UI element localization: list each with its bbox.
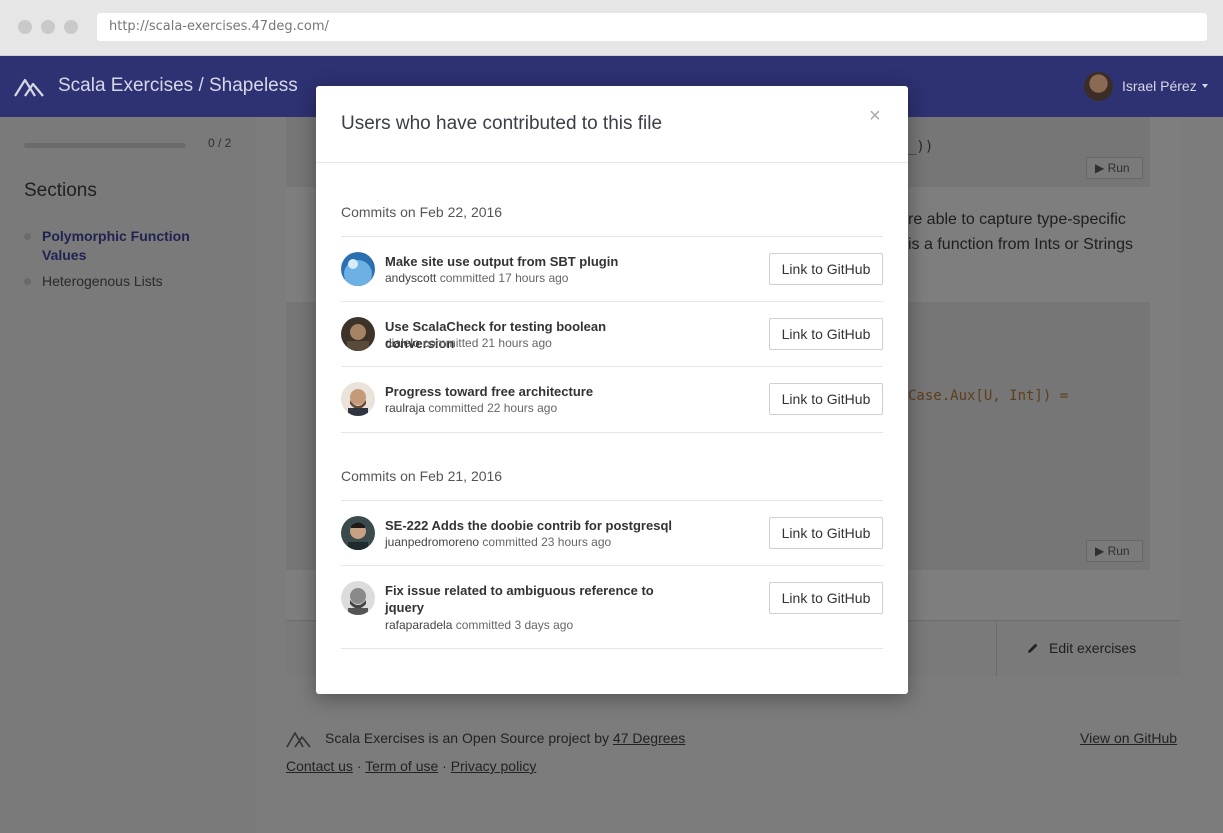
commit-author[interactable]: raulraja (385, 401, 425, 415)
avatar (341, 382, 375, 416)
commit-row: Fix issue related to ambiguous reference… (341, 565, 883, 648)
sidebar-item-label: Polymorphic Function Values (42, 228, 190, 263)
sidebar: 0 / 2 Sections Polymorphic Function Valu… (0, 117, 256, 833)
committed-word: committed (423, 336, 479, 350)
pencil-icon (1028, 643, 1038, 653)
contributors-modal: Users who have contributed to this file … (316, 86, 908, 694)
bullet-icon (24, 278, 31, 285)
progress-text: 0 / 2 (208, 136, 232, 150)
sections-heading: Sections (24, 180, 97, 201)
bullet-icon (24, 233, 31, 240)
code-fragment: _)) (908, 139, 934, 155)
avatar (341, 317, 375, 351)
address-bar[interactable]: http://scala-exercises.47deg.com/ (97, 13, 1207, 41)
commit-author[interactable]: dialelo (385, 336, 420, 350)
committed-word: committed (428, 401, 484, 415)
commit-meta: dialelo committed 21 hours ago (385, 336, 552, 350)
progress-bar (24, 143, 186, 148)
commit-time: 22 hours ago (487, 401, 558, 415)
scala-exercises-logo-icon[interactable] (14, 74, 48, 98)
commit-row: Progress toward free architecture raulra… (341, 366, 883, 432)
commit-author[interactable]: juanpedromoreno (385, 535, 479, 549)
modal-title: Users who have contributed to this file (341, 113, 663, 134)
link-to-github-button[interactable]: Link to GitHub (769, 582, 883, 614)
committed-word: committed (482, 535, 538, 549)
footer-credit: Scala Exercises is an Open Source projec… (325, 730, 685, 746)
view-on-github-link[interactable]: View on GitHub (1080, 730, 1177, 746)
commit-author[interactable]: rafaparadela (385, 618, 452, 632)
code-fragment: Case.Aux[U, Int]) = (908, 388, 1069, 404)
window-minimize-dot[interactable] (41, 20, 55, 34)
committed-word: committed (455, 618, 512, 632)
run-button[interactable]: ▶ Run (1086, 157, 1143, 179)
commit-group-date: Commits on Feb 21, 2016 (341, 468, 503, 484)
commit-time: 23 hours ago (541, 535, 612, 549)
footer-links: Contact us · Term of use · Privacy polic… (286, 758, 536, 774)
avatar (341, 516, 375, 550)
commit-message: Make site use output from SBT plugin (385, 254, 619, 269)
sidebar-item-label: Heterogenous Lists (42, 273, 163, 289)
run-label: Run (1107, 544, 1130, 558)
run-label: Run (1107, 161, 1130, 175)
commit-time: 21 hours ago (481, 336, 552, 350)
close-icon[interactable]: × (869, 106, 881, 126)
link-to-github-button[interactable]: Link to GitHub (769, 318, 883, 350)
commit-meta: juanpedromoreno committed 23 hours ago (385, 535, 611, 549)
contact-link[interactable]: Contact us (286, 758, 353, 774)
committed-word: committed (439, 271, 496, 285)
commit-message: Progress toward free architecture (385, 384, 594, 399)
commit-message: Fix issue related to ambiguous reference… (385, 583, 654, 615)
commit-time: 17 hours ago (498, 271, 569, 285)
commit-time: 3 days ago (514, 618, 574, 632)
divider (341, 648, 883, 649)
link-to-github-button[interactable]: Link to GitHub (769, 253, 883, 285)
privacy-link[interactable]: Privacy policy (451, 758, 537, 774)
commit-author[interactable]: andyscott (385, 271, 436, 285)
commit-meta: raulraja committed 22 hours ago (385, 401, 557, 415)
avatar (341, 252, 375, 286)
link-to-github-button[interactable]: Link to GitHub (769, 383, 883, 415)
user-menu-caret-icon[interactable] (1202, 84, 1208, 88)
play-icon: ▶ (1095, 161, 1108, 175)
footer-separator: · (442, 758, 447, 774)
window-zoom-dot[interactable] (64, 20, 78, 34)
avatar (341, 581, 375, 615)
commit-meta: andyscott committed 17 hours ago (385, 271, 568, 285)
brand-title[interactable]: Scala Exercises / Shapeless (58, 75, 298, 97)
commit-group-date: Commits on Feb 22, 2016 (341, 204, 503, 220)
terms-link[interactable]: Term of use (365, 758, 438, 774)
description-line: is a function from Ints or Strings (908, 236, 1133, 253)
window-close-dot[interactable] (18, 20, 32, 34)
run-button[interactable]: ▶ Run (1086, 540, 1143, 562)
user-name[interactable]: Israel Pérez (1122, 78, 1197, 94)
link-to-github-button[interactable]: Link to GitHub (769, 517, 883, 549)
commit-row: Use ScalaCheck for testing boolean conve… (341, 301, 883, 366)
divider (341, 432, 883, 433)
footer-credit-text: Scala Exercises is an Open Source projec… (325, 730, 610, 746)
modal-header: Users who have contributed to this file … (316, 86, 908, 163)
user-avatar[interactable] (1084, 72, 1113, 101)
commit-row: Make site use output from SBT plugin and… (341, 236, 883, 301)
footer-separator: · (356, 758, 362, 774)
edit-exercises-link[interactable]: Edit exercises (996, 621, 1180, 677)
company-link[interactable]: 47 Degrees (613, 730, 685, 746)
scala-exercises-logo-icon (286, 732, 311, 748)
commit-meta: rafaparadela committed 3 days ago (385, 618, 573, 632)
edit-exercises-label: Edit exercises (1049, 640, 1137, 656)
description-line: re able to capture type-specific (908, 211, 1126, 228)
commit-row: SE-222 Adds the doobie contrib for postg… (341, 500, 883, 565)
browser-chrome: http://scala-exercises.47deg.com/ (0, 0, 1223, 56)
commit-message: SE-222 Adds the doobie contrib for postg… (385, 518, 672, 533)
play-icon: ▶ (1095, 544, 1108, 558)
